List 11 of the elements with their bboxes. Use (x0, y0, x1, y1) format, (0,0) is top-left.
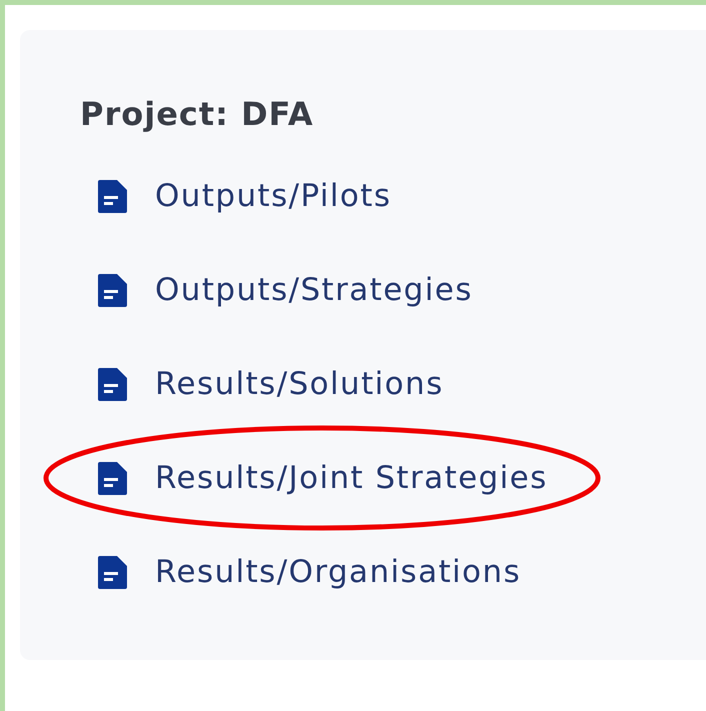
document-icon (98, 556, 127, 588)
document-link[interactable]: Outputs/Strategies (155, 272, 473, 308)
document-link[interactable]: Outputs/Pilots (155, 178, 392, 214)
document-link[interactable]: Results/Solutions (155, 366, 444, 402)
project-title: Project: DFA (80, 94, 315, 135)
document-icon (98, 462, 127, 494)
document-link[interactable]: Results/Joint Strategies (155, 460, 548, 496)
document-icon (98, 180, 127, 212)
document-icon (98, 274, 127, 306)
document-icon (98, 368, 127, 400)
document-link[interactable]: Results/Organisations (155, 554, 521, 590)
